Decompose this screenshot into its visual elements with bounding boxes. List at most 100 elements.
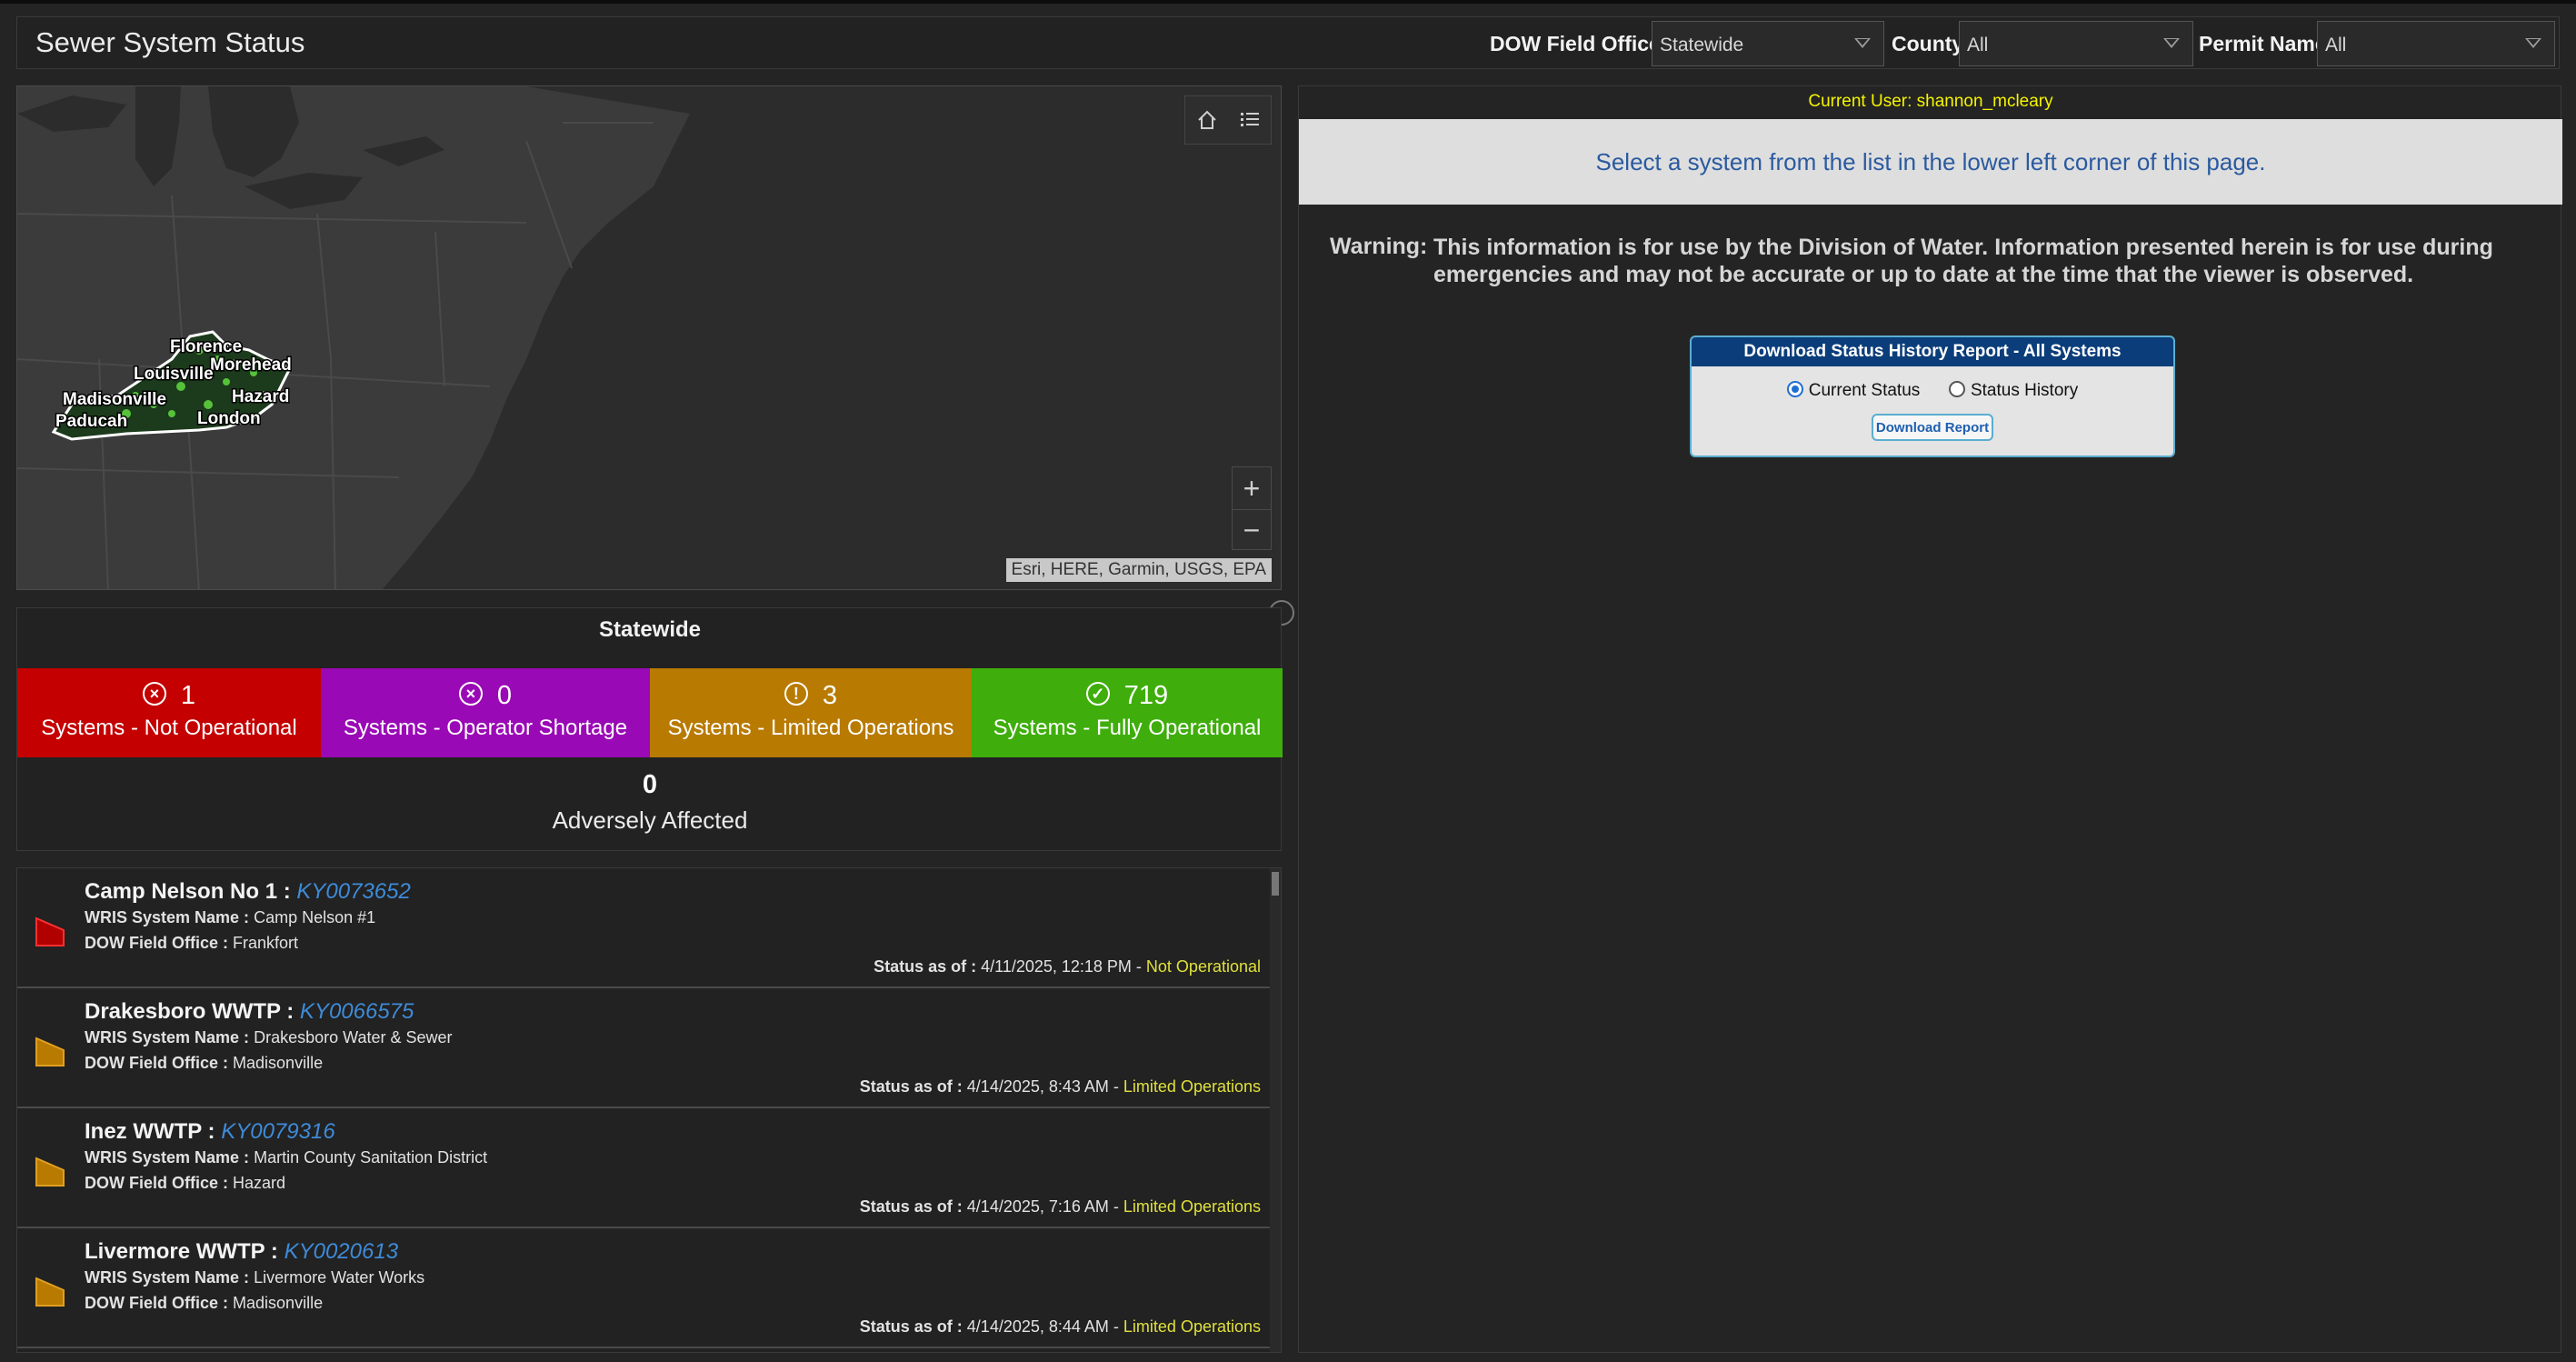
permit-link[interactable]: KY0066575 [300,999,414,1024]
map-label-morehead: Morehead [210,356,292,375]
app-title: Sewer System Status [35,26,305,58]
system-title: Camp Nelson No 1 : KY0073652 [85,879,411,904]
map-attribution: Esri, HERE, Garmin, USGS, EPA [1005,558,1272,582]
download-report-button[interactable]: Download Report [1872,414,1993,441]
county-select[interactable]: All [1959,21,2193,66]
x-circle-icon: × [142,682,166,706]
county-label: County [1892,32,1964,55]
tile-label: Systems - Limited Operations [667,716,954,740]
field-office-line: DOW Field Office : Frankfort [85,934,299,952]
system-list: Camp Nelson No 1 : KY0073652 WRIS System… [16,867,1282,1353]
field-office-line: DOW Field Office : Hazard [85,1174,286,1192]
zoom-control: + − [1232,466,1272,550]
current-status-label: Current Status [1808,381,1921,400]
download-report-panel: Download Status History Report - All Sys… [1690,335,2175,457]
current-user: Current User: shannon_mcleary [1808,92,2053,111]
chevron-down-icon [1854,38,1871,48]
details-panel: Current User: shannon_mcleary Select a s… [1298,85,2562,1353]
list-scrollbar[interactable] [1270,868,1281,1352]
status-history-label: Status History [1970,381,2079,400]
list-item[interactable]: Drakesboro WWTP : KY0066575 WRIS System … [17,988,1272,1108]
tile-count: 1 [180,681,196,710]
field-office-line: DOW Field Office : Madisonville [85,1054,324,1072]
chevron-down-icon [2163,38,2180,48]
map-toolbar [1184,95,1272,145]
tile-not-operational[interactable]: × 1 Systems - Not Operational [17,668,321,757]
status-line: Status as of : 4/14/2025, 8:44 AM - Limi… [859,1317,1261,1336]
map-label-madisonville: Madisonville [63,390,166,409]
dow-field-office-select[interactable]: Statewide [1652,21,1884,66]
current-status-radio[interactable] [1786,380,1803,397]
status-line: Status as of : 4/14/2025, 8:43 AM - Limi… [859,1077,1261,1096]
basemap: Florence Morehead Louisville Hazard Madi… [17,86,1281,589]
map-view[interactable]: Florence Morehead Louisville Hazard Madi… [16,85,1282,590]
tile-limited-operations[interactable]: ! 3 Systems - Limited Operations [650,668,972,757]
permit-name-label: Permit Name [2199,32,2327,55]
status-line: Status as of : 4/11/2025, 12:18 PM - Not… [874,957,1261,976]
list-item[interactable]: Inez WWTP : KY0079316 WRIS System Name :… [17,1108,1272,1228]
header-bar: Sewer System Status DOW Field Office Sta… [16,16,2560,69]
system-name: Livermore WWTP [85,1239,265,1264]
permit-link[interactable]: KY0020613 [285,1239,398,1264]
permit-name-value: All [2325,35,2347,55]
adversely-affected-count: 0 [642,770,658,799]
system-title: Drakesboro WWTP : KY0066575 [85,999,414,1024]
status-line: Status as of : 4/14/2025, 7:16 AM - Limi… [859,1197,1261,1216]
map-label-louisville: Louisville [134,365,214,384]
alert-circle-icon: ! [784,682,808,706]
map-label-london: London [197,409,261,428]
map-label-hazard: Hazard [232,387,289,406]
system-name: Inez WWTP [85,1119,202,1144]
wris-line: WRIS System Name : Livermore Water Works [85,1268,425,1287]
list-item[interactable]: Camp Nelson No 1 : KY0073652 WRIS System… [17,868,1272,988]
report-options: Current Status Status History [1692,380,2173,401]
wris-line: WRIS System Name : Martin County Sanitat… [85,1148,488,1167]
dow-field-office-value: Statewide [1660,35,1744,55]
window-top-edge [0,0,2576,4]
status-flag-icon [35,916,65,946]
warning-text: This information is for use by the Divis… [1433,235,2493,287]
adversely-affected-label: Adversely Affected [552,806,748,834]
tile-operator-shortage[interactable]: × 0 Systems - Operator Shortage [321,668,650,757]
report-panel-title: Download Status History Report - All Sys… [1692,337,2173,366]
map-label-paducah: Paducah [55,412,127,431]
permit-link[interactable]: KY0073652 [296,879,410,904]
home-button[interactable] [1185,96,1228,144]
list-item[interactable]: Livermore WWTP : KY0020613 WRIS System N… [17,1228,1272,1348]
legend-button[interactable] [1228,96,1271,144]
wris-line: WRIS System Name : Drakesboro Water & Se… [85,1028,453,1047]
permit-link[interactable]: KY0079316 [221,1119,334,1144]
status-tiles: × 1 Systems - Not Operational × 0 Systems … [17,668,1283,757]
status-summary: Statewide × 1 Systems - Not Operational ×… [16,607,1283,851]
chevron-down-icon [2525,38,2541,48]
status-history-radio[interactable] [1948,380,1965,397]
status-flag-icon [35,1277,65,1307]
tile-count: 719 [1123,681,1169,710]
tile-count: 0 [496,681,513,710]
x-circle-icon: × [458,682,483,706]
zoom-out-button[interactable]: − [1233,509,1271,551]
summary-title: Statewide [598,617,702,642]
map-label-florence: Florence [170,337,242,356]
field-office-line: DOW Field Office : Madisonville [85,1294,324,1312]
check-circle-icon: ✓ [1085,682,1110,706]
system-title: Inez WWTP : KY0079316 [85,1119,335,1144]
tile-label: Systems - Not Operational [41,716,297,740]
list-icon [1240,113,1259,126]
zoom-in-button[interactable]: + [1233,467,1271,509]
dow-field-office-label: DOW Field Office [1490,32,1661,55]
scroll-thumb[interactable] [1272,872,1279,896]
permit-name-select[interactable]: All [2317,21,2555,66]
status-flag-icon [35,1037,65,1067]
system-title: Livermore WWTP : KY0020613 [85,1239,399,1264]
tile-label: Systems - Fully Operational [993,716,1262,740]
system-name: Drakesboro WWTP [85,999,281,1024]
wris-line: WRIS System Name : Camp Nelson #1 [85,908,376,926]
tile-count: 3 [822,681,838,710]
tile-label: Systems - Operator Shortage [343,716,628,740]
system-name: Camp Nelson No 1 [85,879,278,904]
tile-fully-operational[interactable]: ✓ 719 Systems - Fully Operational [972,668,1283,757]
home-icon [1197,110,1216,129]
county-value: All [1967,35,1989,55]
status-flag-icon [35,1157,65,1187]
